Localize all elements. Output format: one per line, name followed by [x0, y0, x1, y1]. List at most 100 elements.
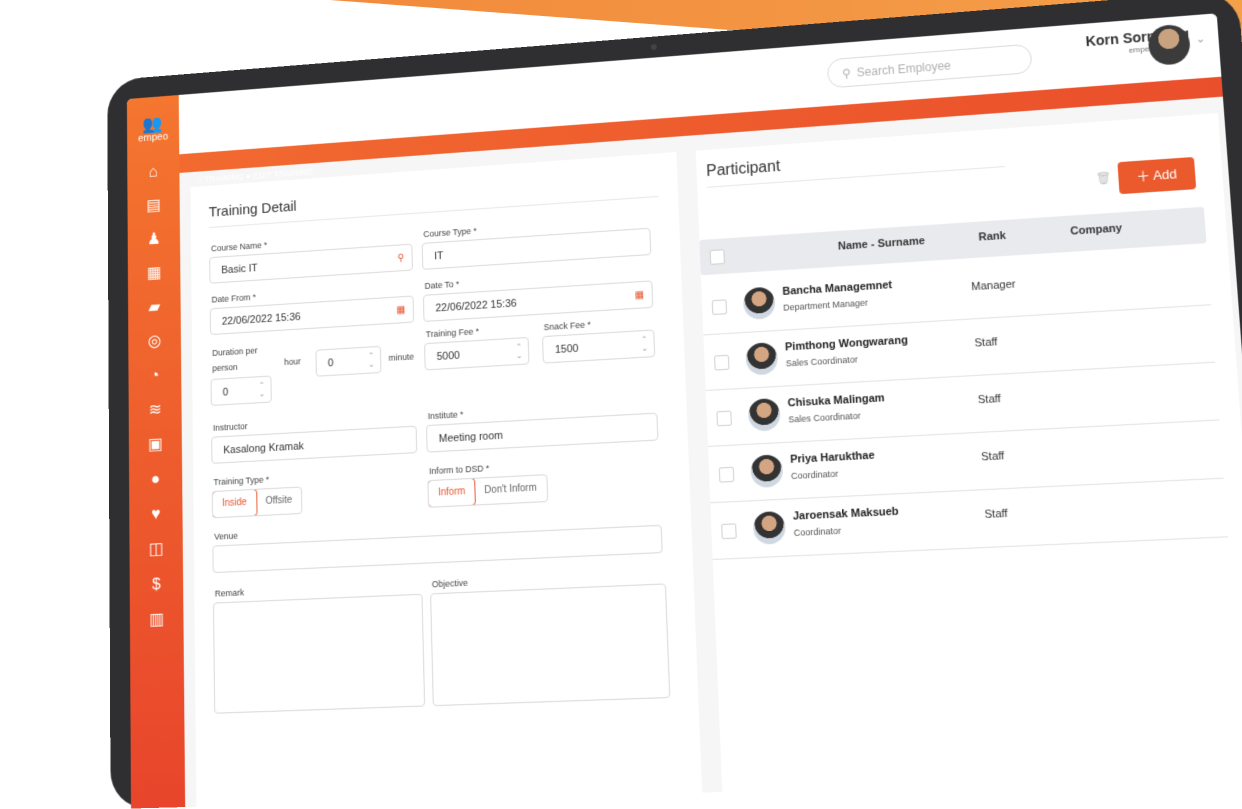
- training-detail-panel: Training Detail Course Name * Basic IT ⚲ …: [190, 152, 703, 809]
- participant-name: Chisuka Malingam: [787, 392, 885, 410]
- participant-position: Coordinator: [790, 468, 839, 482]
- calendar-icon[interactable]: ▦: [396, 297, 405, 325]
- date-to-value: 22/06/2022 15:36: [435, 297, 517, 315]
- venue-label: Venue: [214, 530, 238, 542]
- participant-rank: Staff: [980, 450, 1005, 464]
- participant-name: Pimthong Wongwarang: [784, 334, 909, 354]
- coins-icon[interactable]: ≋: [141, 399, 168, 422]
- gauge-icon[interactable]: ◔: [141, 364, 168, 387]
- stepper-arrows-icon[interactable]: ⌃ ⌄: [516, 342, 523, 360]
- dont-inform-option[interactable]: Don't Inform: [475, 475, 547, 504]
- participant-name: Bancha Managemnet: [782, 279, 893, 298]
- objective-label: Objective: [431, 577, 468, 590]
- home-icon[interactable]: ⌂: [140, 161, 167, 183]
- course-name-label: Course Name *: [210, 240, 268, 254]
- stepper-arrows-icon[interactable]: ⌃ ⌄: [259, 381, 265, 399]
- snack-fee-field[interactable]: 1500 ⌃ ⌄: [542, 329, 656, 364]
- participant-rank: Staff: [974, 336, 998, 350]
- search-input[interactable]: ⚲ Search Employee: [826, 43, 1033, 89]
- participant-rank: Staff: [984, 507, 1009, 522]
- inform-toggle: Inform Don't Inform: [427, 474, 548, 508]
- course-type-label: Course Type *: [423, 225, 477, 240]
- institute-value: Meeting room: [438, 429, 504, 446]
- row-checkbox[interactable]: [718, 466, 735, 483]
- avatar: [750, 454, 784, 489]
- search-icon: ⚲: [841, 66, 852, 81]
- venue-field[interactable]: [212, 524, 663, 574]
- sidebar: 👥 empeo ⌂ ▤ ♟ ▦ ▰ ◎ ◔ ≋ ▣ ● ♥ ◫ $ ▥: [126, 94, 186, 809]
- avatar: [745, 342, 779, 376]
- logo-text: empeo: [137, 130, 169, 145]
- search-placeholder: Search Employee: [856, 58, 952, 80]
- col-rank[interactable]: Rank: [978, 230, 1006, 244]
- instructor-field[interactable]: Kasalong Kramak: [211, 425, 418, 464]
- date-from-label: Date From *: [211, 292, 257, 305]
- training-fee-field[interactable]: 5000 ⌃ ⌄: [424, 336, 530, 371]
- inform-label: Inform to DSD *: [428, 463, 490, 477]
- training-fee-label: Training Fee *: [425, 326, 480, 340]
- participant-rank: Manager: [970, 278, 1016, 294]
- col-company[interactable]: Company: [1070, 222, 1122, 237]
- app-screen: 👥 empeo ⌂ ▤ ♟ ▦ ▰ ◎ ◔ ≋ ▣ ● ♥ ◫ $ ▥ ⚲ Sea…: [126, 13, 1242, 809]
- hour-stepper[interactable]: 0 ⌃ ⌄: [210, 375, 272, 406]
- participant-position: Coordinator: [793, 525, 842, 539]
- money-bag-icon[interactable]: $: [143, 573, 171, 596]
- stepper-arrows-icon[interactable]: ⌃ ⌄: [368, 351, 375, 369]
- snack-fee-value: 1500: [554, 342, 579, 356]
- training-type-inside[interactable]: Inside: [211, 488, 258, 519]
- row-checkbox[interactable]: [714, 354, 730, 371]
- participant-panel: Participant 🗑 ＋ Add Name - Surname Rank …: [695, 113, 1242, 795]
- plus-icon: ＋: [1135, 167, 1154, 184]
- row-checkbox[interactable]: [721, 523, 737, 540]
- chat-icon[interactable]: ●: [142, 468, 170, 491]
- minute-label: minute: [388, 351, 415, 363]
- participant-title: Participant: [705, 158, 781, 180]
- duration-label-2: person: [212, 362, 238, 374]
- instructor-label: Instructor: [212, 421, 248, 433]
- breadcrumb-root[interactable]: TRAINING: [205, 172, 244, 184]
- chart-icon[interactable]: ▥: [143, 608, 171, 631]
- hour-label: hour: [284, 356, 301, 368]
- app-logo[interactable]: 👥 empeo: [131, 114, 176, 145]
- chevron-down-icon[interactable]: ⌄: [1195, 32, 1205, 46]
- laptop-frame: 👥 empeo ⌂ ▤ ♟ ▦ ▰ ◎ ◔ ≋ ▣ ● ♥ ◫ $ ▥ ⚲ Sea…: [107, 0, 1242, 809]
- objective-textarea[interactable]: [430, 583, 671, 707]
- participant-position: Sales Coordinator: [785, 354, 859, 369]
- training-type-toggle: Inside Offsite: [211, 486, 303, 519]
- calendar-icon[interactable]: ▦: [634, 282, 645, 310]
- document-icon[interactable]: ▤: [140, 194, 167, 216]
- remark-label: Remark: [214, 587, 245, 599]
- col-name[interactable]: Name - Surname: [838, 235, 925, 253]
- participant-position: Sales Coordinator: [788, 410, 861, 425]
- camera-dot: [650, 44, 657, 51]
- training-type-offsite[interactable]: Offsite: [256, 488, 302, 516]
- search-icon[interactable]: ⚲: [397, 245, 404, 272]
- institute-label: Institute *: [427, 409, 464, 422]
- row-checkbox[interactable]: [716, 410, 732, 427]
- section-title: Training Detail: [208, 198, 297, 221]
- training-icon[interactable]: ◫: [142, 538, 170, 561]
- person-icon[interactable]: ♟: [140, 228, 167, 250]
- row-checkbox[interactable]: [711, 299, 728, 316]
- participant-position: Department Manager: [782, 297, 869, 313]
- minute-value: 0: [327, 357, 334, 370]
- stepper-arrows-icon[interactable]: ⌃ ⌄: [641, 335, 648, 353]
- add-participant-button[interactable]: ＋ Add: [1117, 156, 1197, 195]
- wallet-icon[interactable]: ▰: [141, 296, 168, 319]
- inform-option[interactable]: Inform: [427, 477, 477, 508]
- add-label: Add: [1152, 166, 1178, 183]
- date-to-label: Date To *: [424, 279, 460, 291]
- minute-stepper[interactable]: 0 ⌃ ⌄: [315, 345, 382, 377]
- heart-hand-icon[interactable]: ♥: [142, 503, 170, 526]
- course-name-value: Basic IT: [221, 262, 258, 277]
- report-icon[interactable]: ▣: [142, 433, 170, 456]
- calendar-icon[interactable]: ▦: [140, 262, 167, 285]
- remark-textarea[interactable]: [213, 593, 426, 714]
- participant-rank: Staff: [977, 392, 1002, 407]
- target-icon[interactable]: ◎: [141, 330, 168, 353]
- avatar: [752, 510, 787, 545]
- select-all-checkbox[interactable]: [709, 249, 725, 265]
- course-type-value: IT: [434, 250, 444, 263]
- duration-label: Duration per: [212, 345, 258, 358]
- trash-icon[interactable]: 🗑: [1095, 171, 1112, 186]
